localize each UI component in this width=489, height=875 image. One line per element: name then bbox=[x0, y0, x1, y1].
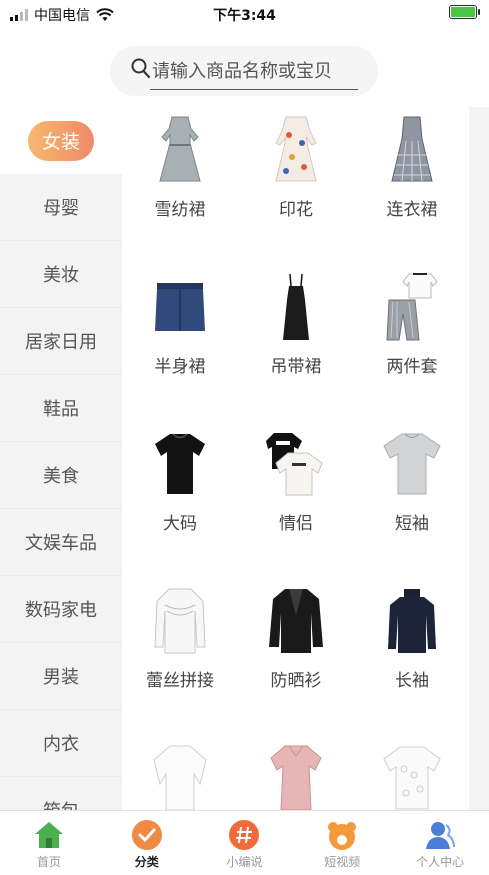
grid-item-label: 情侣 bbox=[279, 514, 313, 534]
category-screen: 中国电信 下午3:44 请输入商品名称或宝贝 女装 母婴 美妆 居家日用 鞋品 … bbox=[0, 0, 489, 875]
bottom-tab-bar: 首页 分类 小编说 短视频 个人中心 bbox=[0, 810, 489, 875]
couple-tees-icon bbox=[266, 433, 323, 496]
chiffon-dress-icon bbox=[159, 116, 201, 182]
print-dress-icon bbox=[275, 116, 317, 182]
sidebar-item-label: 女装 bbox=[28, 120, 94, 161]
grid-item-label: 大码 bbox=[163, 514, 197, 534]
grid-item-couple[interactable]: 情侣 bbox=[238, 421, 354, 578]
tab-editor-says[interactable]: 小编说 bbox=[196, 811, 294, 875]
grid-item-plus-size[interactable]: 大码 bbox=[122, 421, 238, 578]
gray-tee-icon bbox=[383, 433, 441, 495]
hashtag-icon bbox=[229, 820, 260, 850]
grid-item-chiffon-dress[interactable]: 雪纺裙 bbox=[122, 107, 238, 264]
category-sidebar: 女装 母婴 美妆 居家日用 鞋品 美食 文娱车品 数码家电 男装 内衣 箱包 bbox=[0, 107, 122, 810]
sidebar-item-food[interactable]: 美食 bbox=[0, 442, 122, 509]
clock: 下午3:44 bbox=[213, 8, 276, 24]
search-bar[interactable]: 请输入商品名称或宝贝 bbox=[110, 46, 378, 96]
tab-label: 首页 bbox=[36, 855, 61, 869]
grid-item-skirt[interactable]: 半身裙 bbox=[122, 264, 238, 421]
sidebar-item-label: 居家日用 bbox=[25, 332, 97, 353]
sidebar-item-label: 数码家电 bbox=[25, 600, 97, 621]
grid-item-label: 蕾丝拼接 bbox=[146, 671, 214, 691]
sidebar-item-label: 母婴 bbox=[43, 198, 79, 219]
sidebar-item-underwear[interactable]: 内衣 bbox=[0, 710, 122, 777]
black-tee-icon bbox=[155, 433, 205, 494]
search-underline bbox=[150, 89, 358, 90]
plaid-dress-icon bbox=[391, 116, 433, 182]
grid-scroll-rail bbox=[469, 107, 489, 810]
grid-item-long-sleeve[interactable]: 长袖 bbox=[354, 578, 469, 735]
grid-item-white-blouse[interactable] bbox=[122, 735, 238, 810]
tab-short-video[interactable]: 短视频 bbox=[293, 811, 391, 875]
white-blouse-icon bbox=[153, 745, 207, 810]
category-icon bbox=[131, 820, 162, 850]
sidebar-item-label: 内衣 bbox=[43, 734, 79, 755]
grid-item-print-dress[interactable]: 印花 bbox=[238, 107, 354, 264]
grid-item-slip-dress[interactable]: 吊带裙 bbox=[238, 264, 354, 421]
grid-item-label: 印花 bbox=[279, 200, 313, 220]
sidebar-item-label: 男装 bbox=[43, 667, 79, 688]
grid-item-label: 短袖 bbox=[395, 514, 429, 534]
tab-category[interactable]: 分类 bbox=[98, 811, 196, 875]
grid-item-label: 两件套 bbox=[386, 357, 438, 377]
sidebar-item-men[interactable]: 男装 bbox=[0, 643, 122, 710]
navy-sweater-icon bbox=[388, 589, 436, 653]
grid-item-pink-tee[interactable] bbox=[238, 735, 354, 810]
slip-dress-icon bbox=[283, 273, 309, 340]
sidebar-item-beauty[interactable]: 美妆 bbox=[0, 241, 122, 308]
black-cardigan-icon bbox=[269, 589, 323, 653]
sidebar-item-label: 美妆 bbox=[43, 265, 79, 286]
battery-icon bbox=[449, 5, 480, 19]
grid-item-lace-patch[interactable]: 蕾丝拼接 bbox=[122, 578, 238, 735]
sidebar-item-women[interactable]: 女装 bbox=[0, 107, 122, 174]
lace-blouse-icon bbox=[154, 588, 206, 654]
sidebar-item-entertainment-auto[interactable]: 文娱车品 bbox=[0, 509, 122, 576]
lace-top-icon bbox=[383, 746, 441, 810]
sidebar-item-label: 箱包 bbox=[43, 797, 79, 810]
grid-item-short-sleeve[interactable]: 短袖 bbox=[354, 421, 469, 578]
grid-item-two-piece[interactable]: 两件套 bbox=[354, 264, 469, 421]
grid-item-label: 吊带裙 bbox=[270, 357, 322, 377]
grid-item-label: 长袖 bbox=[395, 671, 429, 691]
status-bar: 中国电信 下午3:44 bbox=[0, 0, 489, 28]
grid-item-plaid-dress[interactable]: 连衣裙 bbox=[354, 107, 469, 264]
tab-label: 个人中心 bbox=[416, 855, 465, 869]
tab-label: 短视频 bbox=[324, 855, 361, 869]
pink-tee-icon bbox=[270, 745, 322, 810]
search-input[interactable]: 请输入商品名称或宝贝 bbox=[152, 57, 332, 83]
sidebar-item-household[interactable]: 居家日用 bbox=[0, 308, 122, 375]
grid-item-sun-protection[interactable]: 防晒衫 bbox=[238, 578, 354, 735]
tab-profile[interactable]: 个人中心 bbox=[391, 811, 489, 875]
denim-skirt-icon bbox=[155, 283, 205, 331]
sidebar-item-label: 文娱车品 bbox=[25, 533, 97, 554]
sidebar-item-shoes[interactable]: 鞋品 bbox=[0, 375, 122, 442]
tab-home[interactable]: 首页 bbox=[0, 811, 98, 875]
grid-item-label: 雪纺裙 bbox=[154, 200, 206, 220]
tab-label: 小编说 bbox=[226, 855, 263, 869]
sidebar-item-label: 鞋品 bbox=[43, 399, 79, 420]
grid-item-lace-top[interactable] bbox=[354, 735, 469, 810]
bear-icon bbox=[328, 822, 357, 850]
subcategory-grid: 雪纺裙 印花 连衣裙 半身裙 吊带裙 两件套 大码 情侣 短袖 蕾丝拼接 防晒衫… bbox=[122, 107, 469, 810]
sidebar-item-baby[interactable]: 母婴 bbox=[0, 174, 122, 241]
sidebar-item-label: 美食 bbox=[43, 466, 79, 487]
search-icon bbox=[131, 58, 151, 79]
user-icon bbox=[426, 822, 456, 849]
sidebar-item-digital[interactable]: 数码家电 bbox=[0, 576, 122, 643]
tab-label: 分类 bbox=[134, 855, 159, 869]
grid-item-label: 连衣裙 bbox=[386, 200, 438, 220]
grid-item-label: 防晒衫 bbox=[270, 671, 322, 691]
sidebar-item-bags[interactable]: 箱包 bbox=[0, 777, 122, 810]
two-piece-set-icon bbox=[386, 273, 438, 341]
grid-item-label: 半身裙 bbox=[154, 357, 206, 377]
home-icon bbox=[34, 822, 63, 848]
